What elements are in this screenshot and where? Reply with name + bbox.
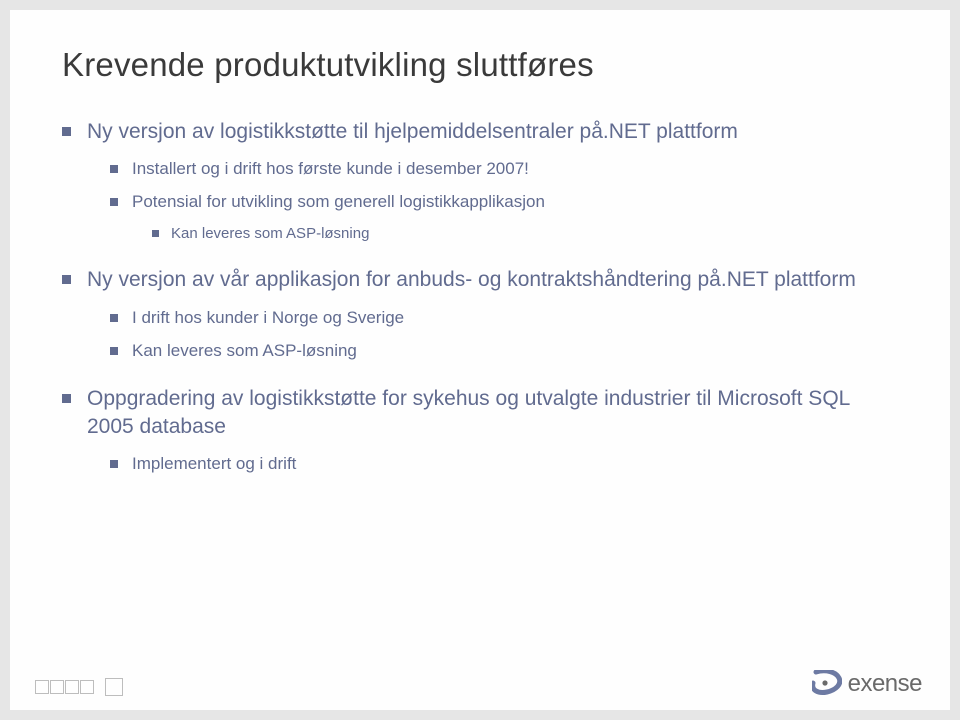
bullet-list: Ny versjon av logistikkstøtte til hjelpe… — [62, 118, 898, 476]
list-item: Kan leveres som ASP-løsning — [152, 224, 898, 244]
square-bullet-icon — [62, 394, 71, 403]
square-bullet-icon — [110, 165, 118, 173]
list-item-text: I drift hos kunder i Norge og Sverige — [132, 307, 404, 330]
list-item: Ny versjon av logistikkstøtte til hjelpe… — [62, 118, 898, 244]
slide-title: Krevende produktutvikling sluttføres — [62, 46, 898, 84]
list-item: Implementert og i drift — [110, 453, 898, 476]
list-item: Oppgradering av logistikkstøtte for syke… — [62, 385, 898, 477]
logo-mark-icon — [812, 670, 842, 698]
list-item: I drift hos kunder i Norge og Sverige — [110, 307, 898, 330]
list-item-text: Kan leveres som ASP-løsning — [171, 224, 369, 244]
list-item-text: Implementert og i drift — [132, 453, 296, 476]
list-item-text: Ny versjon av vår applikasjon for anbuds… — [87, 266, 856, 294]
list-item: Ny versjon av vår applikasjon for anbuds… — [62, 266, 898, 362]
list-item-text: Ny versjon av logistikkstøtte til hjelpe… — [87, 118, 738, 146]
decoration-boxes-icon — [35, 680, 123, 696]
list-item-text: Kan leveres som ASP-løsning — [132, 340, 357, 363]
square-bullet-icon — [62, 127, 71, 136]
list-item-text: Oppgradering av logistikkstøtte for syke… — [87, 385, 898, 442]
list-item: Potensial for utvikling som generell log… — [110, 191, 898, 244]
list-item-text: Potensial for utvikling som generell log… — [132, 191, 545, 214]
list-item: Kan leveres som ASP-løsning — [110, 340, 898, 363]
square-bullet-icon — [110, 347, 118, 355]
logo-text: exense — [848, 670, 922, 698]
square-bullet-icon — [110, 314, 118, 322]
company-logo: exense — [812, 670, 922, 698]
square-bullet-icon — [152, 230, 159, 237]
slide: Krevende produktutvikling sluttføres Ny … — [10, 10, 950, 710]
list-item-text: Installert og i drift hos første kunde i… — [132, 158, 529, 181]
list-item: Installert og i drift hos første kunde i… — [110, 158, 898, 181]
slide-footer: exense — [10, 652, 950, 710]
square-bullet-icon — [110, 198, 118, 206]
square-bullet-icon — [110, 460, 118, 468]
square-bullet-icon — [62, 275, 71, 284]
